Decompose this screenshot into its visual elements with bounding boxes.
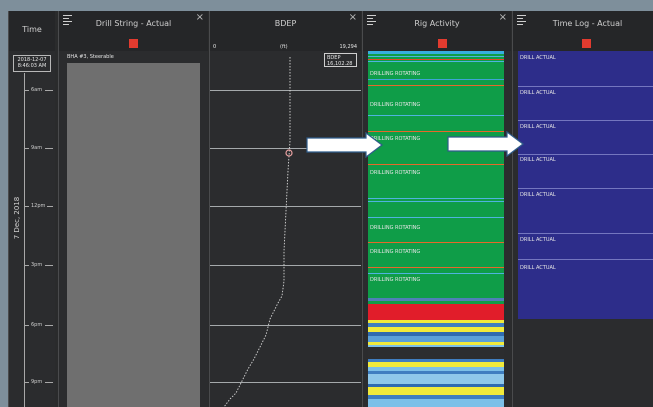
time-log-title: Time Log - Actual	[552, 19, 623, 28]
time-panel-header: Time	[9, 11, 55, 51]
rig-activity-panel: Rig Activity × DRILLING ROTATING DRILLIN…	[362, 11, 511, 407]
rig-activity-label: DRILLING ROTATING	[370, 225, 421, 231]
time-log-label: DRILL ACTUAL	[520, 265, 556, 271]
time-axis-line	[24, 73, 25, 407]
activity-stripe	[368, 164, 504, 165]
time-log-divider	[518, 86, 653, 87]
right-arrow-icon	[447, 131, 524, 157]
activity-stripe	[368, 85, 504, 86]
activity-stripe	[368, 387, 504, 395]
current-time-box[interactable]: 2018-12-07 8:46:03 AM	[13, 55, 51, 72]
time-panel-title: Time	[22, 25, 42, 34]
bdep-readout-value: 16,102.28	[327, 61, 353, 67]
drill-string-header: Drill String - Actual ×	[59, 11, 208, 51]
time-log-label: DRILL ACTUAL	[520, 157, 556, 163]
activity-stripe	[368, 347, 504, 359]
activity-stripe	[368, 242, 504, 243]
time-panel: Time 2018-12-07 8:46:03 AM 7 Dec, 2018 6…	[8, 11, 55, 407]
time-log-divider	[518, 259, 653, 260]
close-icon[interactable]: ×	[196, 13, 204, 23]
time-log-label: DRILL ACTUAL	[520, 90, 556, 96]
bdep-readout: BDEP 16,102.28	[324, 53, 357, 67]
rig-activity-title: Rig Activity	[414, 19, 460, 28]
time-log-divider	[518, 120, 653, 121]
activity-stripe	[368, 374, 504, 384]
bdep-panel: BDEP × 0 (ft) 19,294 BDEP 16,102.28	[209, 11, 361, 407]
time-log-header: Time Log - Actual ×	[513, 11, 653, 51]
rig-activity-header: Rig Activity ×	[363, 11, 511, 51]
time-log-divider	[518, 154, 653, 155]
rig-activity-track[interactable]: DRILLING ROTATING DRILLING ROTATING DRIL…	[368, 51, 504, 407]
time-tick-label: 3pm	[31, 262, 43, 268]
time-tick: 9am	[25, 145, 55, 151]
time-tick-label: 12pm	[31, 203, 46, 209]
time-tick-label: 9pm	[31, 379, 43, 385]
activity-stripe	[368, 304, 504, 320]
time-panel-body: 2018-12-07 8:46:03 AM 7 Dec, 2018 6am 9a…	[9, 51, 55, 407]
activity-stripe	[368, 267, 504, 268]
time-log-panel: Time Log - Actual × DRILL ACTUAL DRILL A…	[512, 11, 653, 407]
time-tick: 6am	[25, 87, 55, 93]
time-log-divider	[518, 188, 653, 189]
drill-string-title: Drill String - Actual	[95, 19, 172, 28]
time-tick-label: 6pm	[31, 322, 43, 328]
bdep-body: BDEP 16,102.28	[210, 51, 361, 407]
time-log-body: DRILL ACTUAL DRILL ACTUAL DRILL ACTUAL D…	[513, 51, 653, 407]
rig-activity-label: DRILLING ROTATING	[370, 170, 421, 176]
time-tick-label: 9am	[31, 145, 43, 151]
time-log-label: DRILL ACTUAL	[520, 55, 556, 61]
rig-activity-label: DRILLING ROTATING	[370, 102, 421, 108]
activity-stripe	[368, 51, 504, 54]
time-tick: 12pm	[25, 203, 55, 209]
close-icon[interactable]: ×	[349, 13, 357, 23]
current-time-text: 8:46:03 AM	[17, 63, 47, 69]
time-log-label: DRILL ACTUAL	[520, 124, 556, 130]
red-status-square	[129, 39, 138, 48]
time-tick: 3pm	[25, 262, 55, 268]
bha-label: BHA #3, Steerable	[67, 54, 114, 60]
time-log-label: DRILL ACTUAL	[520, 192, 556, 198]
bdep-header: BDEP × 0 (ft) 19,294	[210, 11, 361, 51]
activity-stripe	[368, 59, 504, 60]
time-tick: 9pm	[25, 379, 55, 385]
bdep-title: BDEP	[274, 19, 297, 28]
rig-activity-label: DRILLING ROTATING	[370, 71, 421, 77]
activity-stripe	[368, 115, 504, 116]
drill-string-panel: Drill String - Actual × BHA #3, Steerabl…	[58, 11, 208, 407]
activity-stripe	[368, 201, 504, 202]
drill-string-body: BHA #3, Steerable	[59, 51, 208, 407]
date-vertical-label: 7 Dec, 2018	[13, 196, 21, 240]
close-icon[interactable]: ×	[499, 13, 507, 23]
time-log-track[interactable]: DRILL ACTUAL DRILL ACTUAL DRILL ACTUAL D…	[518, 51, 653, 319]
bha-bar[interactable]	[67, 63, 200, 407]
activity-stripe	[368, 399, 504, 407]
bdep-scale-min: 0	[213, 44, 217, 50]
bdep-depth-curve	[223, 57, 293, 407]
time-log-divider	[518, 233, 653, 234]
activity-stripe	[368, 273, 504, 274]
time-tick: 6pm	[25, 322, 55, 328]
bdep-scale-max: 19,294	[339, 44, 358, 50]
activity-stripe	[368, 298, 504, 301]
app-window: Time 2018-12-07 8:46:03 AM 7 Dec, 2018 6…	[8, 11, 653, 407]
right-arrow-icon	[306, 132, 383, 158]
time-tick-label: 6am	[31, 87, 43, 93]
activity-stripe	[368, 198, 504, 199]
activity-stripe	[368, 61, 504, 62]
activity-stripe	[368, 79, 504, 80]
red-status-square	[438, 39, 447, 48]
rig-activity-label: DRILLING ROTATING	[370, 277, 421, 283]
rig-activity-body: DRILLING ROTATING DRILLING ROTATING DRIL…	[363, 51, 511, 407]
rig-activity-label: DRILLING ROTATING	[370, 249, 421, 255]
time-log-label: DRILL ACTUAL	[520, 237, 556, 243]
activity-stripe	[368, 56, 504, 57]
activity-stripe	[368, 217, 504, 218]
red-status-square	[582, 39, 591, 48]
bdep-scale-unit: (ft)	[280, 44, 288, 50]
